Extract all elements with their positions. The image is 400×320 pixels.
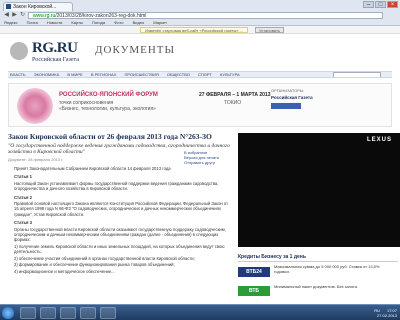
minimize-button[interactable]: – [363, 1, 374, 8]
browser-chrome: Закон Кировской... – □ × ◀ ▶ ↻ www.rg.ru… [0, 0, 400, 26]
bank-ad-text[interactable]: Минимальный пакет документов. Без залога… [274, 284, 394, 289]
site-logo[interactable]: RG.RU Российская Газета [10, 38, 90, 66]
menu-item[interactable]: В МИРЕ [67, 72, 82, 77]
taskbar-app-icon[interactable] [80, 307, 96, 319]
main-menu: ВЛАСТЬ ЭКОНОМИКА В МИРЕ В РЕГИОНАХ ПРОИС… [8, 71, 392, 78]
reload-button[interactable]: ↻ [19, 12, 26, 19]
article-paragraph: 1) получение земель Кировской области и … [14, 243, 225, 255]
article-body: Принят Законодательным Собранием Кировск… [14, 166, 232, 275]
logo-subtitle: Российская Газета [32, 57, 79, 63]
bookmark-item[interactable]: Видео [133, 20, 145, 25]
article-section-heading: Статья 3 [14, 220, 32, 226]
banner-org-name: Российская Газета [271, 95, 313, 100]
clock[interactable]: 17:07 27.02.2013 [377, 308, 397, 318]
bookmark-item[interactable]: Карты [71, 20, 82, 25]
site-notice: Изменён стартовая веб-сайт «Российской г… [140, 27, 249, 33]
bookmark-item[interactable]: Новости [47, 20, 62, 25]
bookmark-item[interactable]: Погода [92, 20, 105, 25]
menu-item[interactable]: ОБЩЕСТВО [167, 72, 190, 77]
site-notice-strip: Изменён стартовая веб-сайт «Российской г… [0, 26, 400, 34]
bank-logo[interactable]: ВТБ24 [238, 267, 270, 277]
article-paragraph: Принят Законодательным Собранием Кировск… [14, 166, 171, 171]
article-meta: Документ: 28 февраля 2013 г. [8, 157, 64, 162]
menu-item[interactable]: КУЛЬТУРА [220, 72, 240, 77]
menu-item[interactable]: ВЛАСТЬ [10, 72, 26, 77]
bookmark-item[interactable]: Маркет [153, 20, 167, 25]
nav-row: ◀ ▶ ↻ www.rg.ru/2013/03/28/kirov-zakon26… [0, 11, 400, 20]
lexus-ad[interactable]: LEXUS [238, 133, 400, 247]
close-button[interactable]: × [387, 1, 398, 8]
browser-tab[interactable]: Закон Кировской... [3, 2, 73, 11]
article-tool-link[interactable]: Отправить другу [184, 160, 234, 165]
page-content: Изменён стартовая веб-сайт «Российской г… [0, 26, 400, 304]
article-section-heading: Статья 2 [14, 194, 32, 200]
menu-item[interactable]: ПРОИСШЕСТВИЯ [124, 72, 158, 77]
bookmark-item[interactable]: Яндекс [4, 20, 17, 25]
section-title[interactable]: ДОКУМЕНТЫ [95, 44, 175, 56]
forum-banner[interactable]: РОССИЙСКО-ЯПОНСКИЙ ФОРУМ точки соприкосн… [8, 83, 392, 127]
bookmark-item[interactable]: Фото [114, 20, 123, 25]
menu-item[interactable]: В РЕГИОНАХ [91, 72, 117, 77]
article-section-heading: Статья 1 [14, 174, 32, 180]
credit-ad-block: Кредиты Бизнесу за 1 день ВТБ24 Максимал… [238, 254, 398, 304]
bank-logo[interactable]: ВТБ [238, 286, 270, 296]
address-bar[interactable]: www.rg.ru/2013/03/28/kirov-zakon263-reg-… [28, 12, 383, 19]
forward-button[interactable]: ▶ [11, 12, 18, 19]
lexus-logo: LEXUS [366, 137, 392, 143]
banner-date: 27 ФЕВРАЛЯ – 1 МАРТА 2013 [199, 92, 271, 98]
taskbar-app-icon[interactable] [20, 307, 36, 319]
article-paragraph: Правовой основой настоящего Закона являю… [14, 201, 229, 217]
menu-item[interactable]: ЭКОНОМИКА [34, 72, 59, 77]
article-paragraph: 3) формирование и обеспечение функционир… [14, 262, 175, 268]
tab-title: Закон Кировской... [13, 4, 57, 10]
article-tools: В избранное Версия для печати Отправить … [184, 150, 234, 165]
back-button[interactable]: ◀ [3, 12, 10, 19]
article-paragraph: Органы государственной власти Кировской … [14, 226, 226, 243]
start-button[interactable] [2, 307, 14, 319]
eagle-emblem-icon [10, 42, 28, 60]
windows-taskbar: RU 17:07 27.02.2013 [0, 304, 400, 320]
clock-date: 27.02.2013 [376, 313, 397, 318]
credit-ad-header[interactable]: Кредиты Бизнесу за 1 день [238, 254, 398, 262]
article-paragraph: Настоящий Закон устанавливает формы госу… [14, 180, 219, 192]
bookmark-item[interactable]: Почта [27, 20, 38, 25]
article-paragraph: 4) информационное и методическое обеспеч… [14, 268, 115, 274]
flower-graphic-icon [17, 88, 53, 124]
banner-organizers-label: ОРГАНИЗАТОРЫ [271, 88, 304, 93]
banner-title: РОССИЙСКО-ЯПОНСКИЙ ФОРУМ [59, 92, 158, 98]
bank-ad-text[interactable]: Максимальная сумма до 5 000 000 руб. Ста… [274, 264, 394, 274]
article-title: Закон Кировской области от 26 февраля 20… [8, 132, 212, 141]
banner-site-button[interactable] [271, 103, 301, 109]
logo-text: RG.RU [32, 40, 78, 56]
taskbar-app-icon[interactable] [40, 307, 56, 319]
url-host: www.rg.ru [33, 13, 56, 19]
maximize-button[interactable]: □ [375, 1, 386, 8]
taskbar-app-icon[interactable] [60, 307, 76, 319]
taskbar-app-icon[interactable] [100, 307, 116, 319]
favicon-icon [6, 4, 11, 9]
menu-item[interactable]: СПОРТ [198, 72, 212, 77]
article-paragraph: 2) обеспечение участия объединений в орг… [14, 255, 195, 261]
search-input[interactable] [333, 72, 381, 77]
window-controls: – □ × [363, 1, 398, 8]
banner-line: «Бизнес, технологии, культура, экология» [59, 106, 156, 112]
notice-install-button[interactable]: Установить [255, 27, 284, 33]
url-path: /2013/03/28/kirov-zakon263-reg-dok.html [55, 13, 147, 19]
banner-city: ТОКИО [224, 100, 242, 106]
